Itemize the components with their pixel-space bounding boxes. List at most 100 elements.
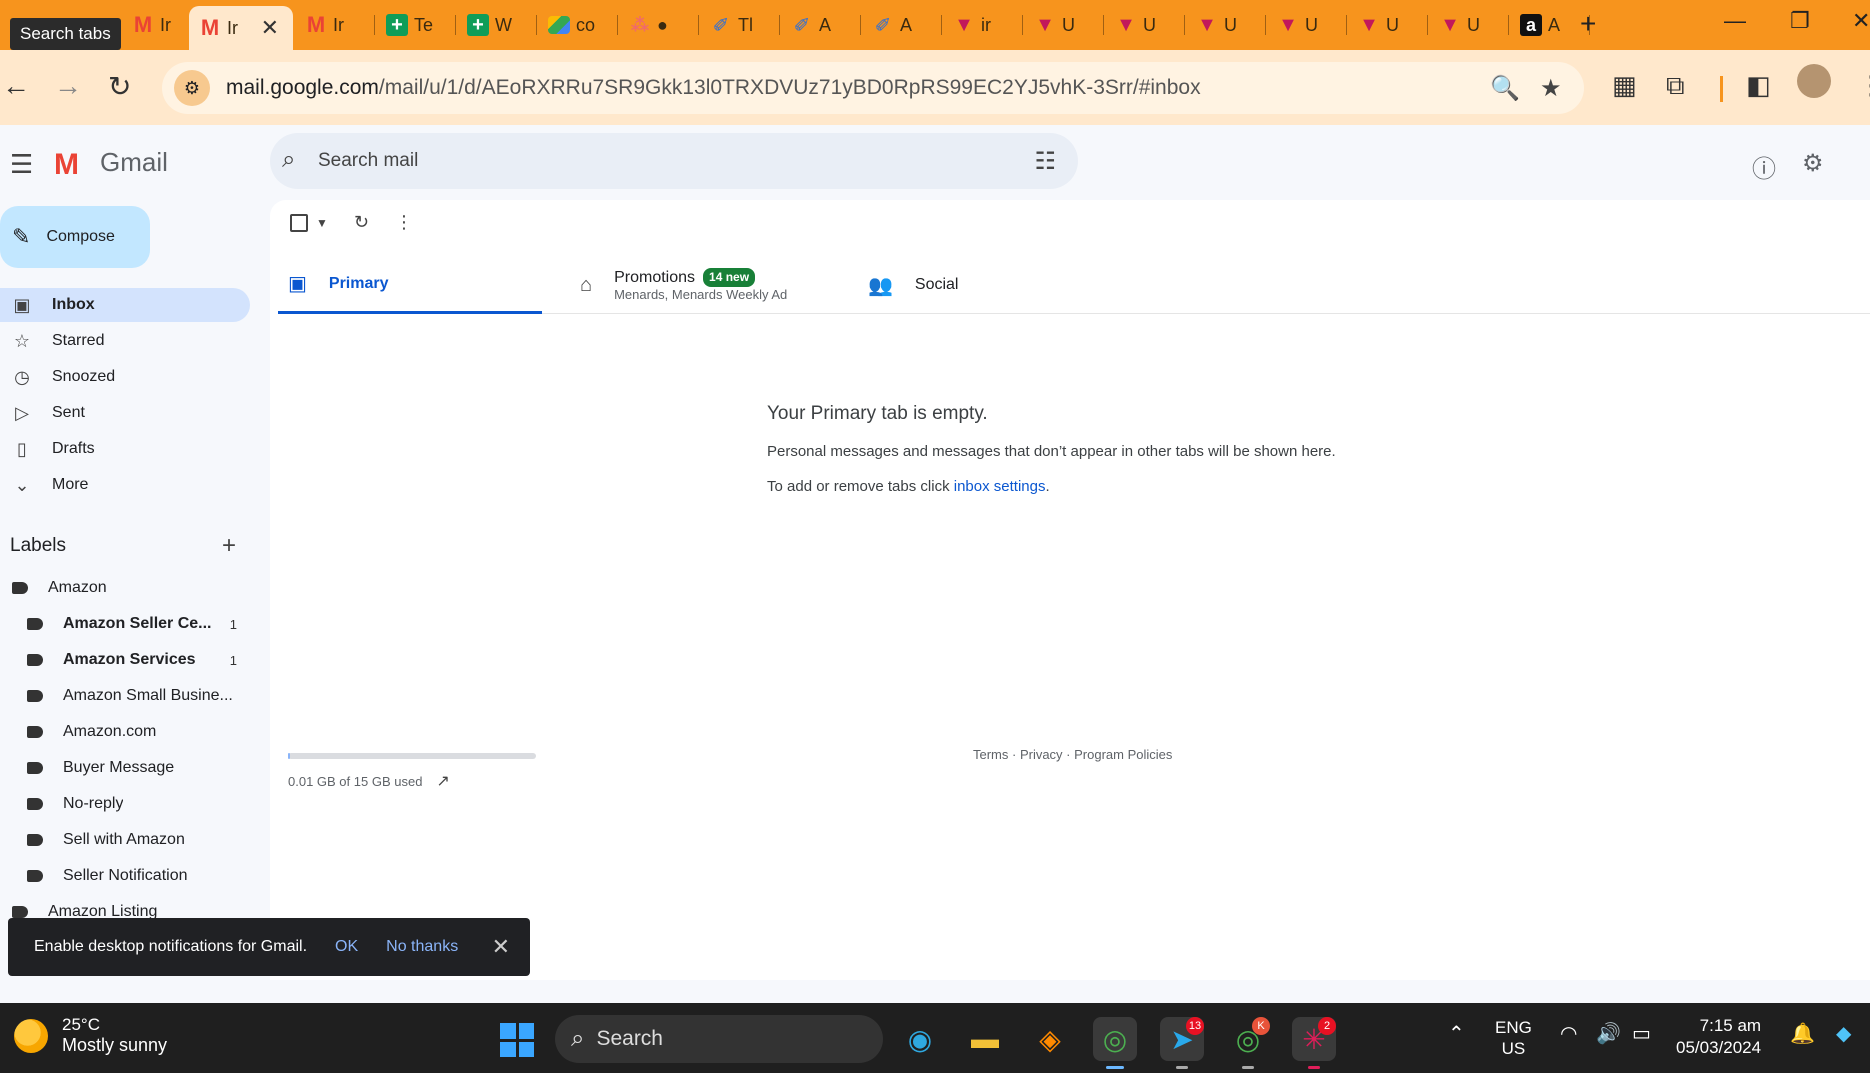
taskbar-search[interactable]: ⌕ Search (555, 1015, 883, 1063)
browser-tab[interactable]: ✐ A (781, 8, 861, 42)
sidebar-item-drafts[interactable]: ▯ Drafts (0, 432, 250, 466)
label-item[interactable]: Buyer Message (27, 751, 245, 785)
file-explorer-icon[interactable]: ▬ (963, 1017, 1007, 1061)
qr-code-icon[interactable]: ▦ (1612, 70, 1637, 101)
sidebar-item-sent[interactable]: ▷ Sent (0, 396, 250, 430)
new-tab-button[interactable]: + (1580, 8, 1596, 40)
brave-icon[interactable]: ◈ (1028, 1017, 1072, 1061)
tab-primary[interactable]: ▣ Primary (278, 256, 542, 314)
refresh-icon[interactable]: ↻ (354, 212, 369, 233)
site-info-icon[interactable]: ⚙ (174, 70, 210, 106)
label-item[interactable]: Amazon Small Busine... (27, 679, 245, 713)
back-icon[interactable]: ← (2, 70, 30, 102)
search-options-icon[interactable]: ☷ (1034, 147, 1056, 176)
browser-tab[interactable]: M Ir (295, 8, 375, 42)
browser-tab[interactable]: + W (457, 8, 537, 42)
browser-tab[interactable]: co (538, 8, 618, 42)
snackbar-ok-button[interactable]: OK (335, 938, 358, 956)
notifications-bell-icon[interactable]: 🔔 (1790, 1021, 1815, 1046)
close-icon[interactable]: ✕ (492, 934, 510, 960)
browser-tab[interactable]: ✐ A (862, 8, 942, 42)
copilot-icon[interactable]: ◆ (1836, 1021, 1851, 1046)
label-item[interactable]: Amazon.com (27, 715, 245, 749)
restore-icon[interactable]: ❐ (1790, 8, 1810, 34)
storage-text: 0.01 GB of 15 GB used (288, 773, 423, 789)
close-window-icon[interactable]: ✕ (1852, 8, 1870, 34)
settings-gear-icon[interactable]: ⚙ (1802, 149, 1824, 178)
browser-tab[interactable]: ✐ Tl (700, 8, 780, 42)
windows-start-icon[interactable] (500, 1023, 534, 1057)
tab-separator (1427, 15, 1428, 35)
slack-icon[interactable]: ✳ 2 (1292, 1017, 1336, 1069)
footer-links[interactable]: Terms · Privacy · Program Policies (973, 747, 1172, 762)
chrome-icon[interactable]: ◎ (1093, 1017, 1137, 1069)
close-tab-icon[interactable]: ✕ (261, 15, 279, 41)
browser-tab-title: Te (414, 14, 434, 35)
volume-icon[interactable]: 🔊 (1596, 1021, 1621, 1046)
browser-tab[interactable]: ⁂ ● (619, 8, 699, 42)
tab-separator (1346, 15, 1347, 35)
label-item[interactable]: Sell with Amazon (27, 823, 245, 857)
browser-tab[interactable]: aA (1510, 8, 1590, 42)
help-icon[interactable]: ⓘ (1752, 149, 1776, 184)
label-item[interactable]: No-reply (27, 787, 245, 821)
sidebar-item-snoozed[interactable]: ◷ Snoozed (0, 360, 250, 394)
open-external-icon[interactable]: ↗ (436, 771, 449, 791)
url-text[interactable]: mail.google.com/mail/u/1/d/AEoRXRRu7SR9G… (226, 76, 1201, 100)
address-bar[interactable]: ⚙ mail.google.com/mail/u/1/d/AEoRXRRu7SR… (162, 62, 1584, 114)
browser-tab[interactable]: ▼ U (1105, 8, 1185, 42)
browser-tab[interactable]: ▼ U (1186, 8, 1266, 42)
forward-icon[interactable]: → (54, 70, 82, 102)
chrome-profile-icon[interactable]: ◎ K (1226, 1017, 1270, 1069)
gmail-icon: M (133, 12, 153, 37)
browser-tab[interactable]: ▼ ir (943, 8, 1023, 42)
snackbar-no-thanks-button[interactable]: No thanks (386, 938, 458, 956)
sidebar-item-inbox[interactable]: ▣ Inbox (0, 288, 250, 322)
browser-tab[interactable]: M Ir ✕ (189, 6, 293, 50)
wifi-icon[interactable]: ◠ (1560, 1021, 1577, 1046)
browser-tab[interactable]: ▼ U (1267, 8, 1347, 42)
tab-social[interactable]: 👥 Social (868, 256, 958, 314)
inbox-settings-link[interactable]: inbox settings (954, 478, 1046, 495)
minimize-icon[interactable]: — (1724, 8, 1746, 34)
side-panel-icon[interactable]: ◧ (1746, 70, 1771, 101)
profile-avatar[interactable] (1797, 64, 1831, 98)
sidebar-item-more[interactable]: ⌄ More (0, 468, 250, 502)
menu-icon[interactable]: ⋮ (1858, 70, 1870, 101)
tab-promotions[interactable]: ⌂ Promotions 14 new Menards, Menards Week… (580, 256, 787, 314)
label-item[interactable]: Amazon (12, 571, 245, 605)
browser-tab-title: A (819, 14, 832, 35)
chevron-up-icon[interactable]: ⌃ (1448, 1021, 1465, 1046)
browser-tab-title: U (1062, 14, 1075, 35)
browser-tab[interactable]: ▼ U (1348, 8, 1428, 42)
label-item[interactable]: Amazon Seller Ce... 1 (27, 607, 245, 641)
label-item[interactable]: Seller Notification (27, 859, 245, 893)
zoom-icon[interactable]: 🔍 (1490, 74, 1520, 103)
extensions-icon[interactable]: ⧉ (1666, 70, 1685, 102)
sidebar-item-starred[interactable]: ☆ Starred (0, 324, 250, 358)
gmail-logo-text[interactable]: Gmail (100, 147, 168, 178)
storage-info: 0.01 GB of 15 GB used ↗ (288, 771, 450, 791)
clock[interactable]: 7:15 am 05/03/2024 (1676, 1015, 1761, 1059)
language-indicator[interactable]: ENG US (1495, 1017, 1532, 1060)
browser-tab[interactable]: + Te (376, 8, 456, 42)
add-label-icon[interactable]: + (222, 532, 236, 560)
reload-icon[interactable]: ↻ (108, 70, 131, 103)
main-menu-icon[interactable]: ☰ (10, 149, 33, 180)
label-name: Amazon Services (63, 651, 196, 668)
search-icon[interactable]: ⌕ (282, 146, 295, 174)
bookmark-star-icon[interactable]: ★ (1540, 74, 1562, 103)
battery-icon[interactable]: ▭ (1632, 1021, 1651, 1046)
search-input[interactable] (318, 143, 998, 179)
compose-button[interactable]: ✎ Compose (0, 206, 150, 268)
telegram-icon[interactable]: ➤ 13 (1160, 1017, 1204, 1069)
weather-widget[interactable]: 25°C Mostly sunny (14, 1015, 167, 1056)
edge-icon[interactable]: ◉ (898, 1017, 942, 1061)
browser-tab[interactable]: ▼ U (1024, 8, 1104, 42)
more-options-icon[interactable]: ⋮ (395, 212, 413, 233)
gmail-logo-icon[interactable]: M (54, 148, 79, 182)
label-item[interactable]: Amazon Services 1 (27, 643, 245, 677)
browser-tab-title: A (900, 14, 913, 35)
select-all-checkbox[interactable]: ▼ (290, 213, 328, 232)
browser-tab[interactable]: ▼ U (1429, 8, 1509, 42)
